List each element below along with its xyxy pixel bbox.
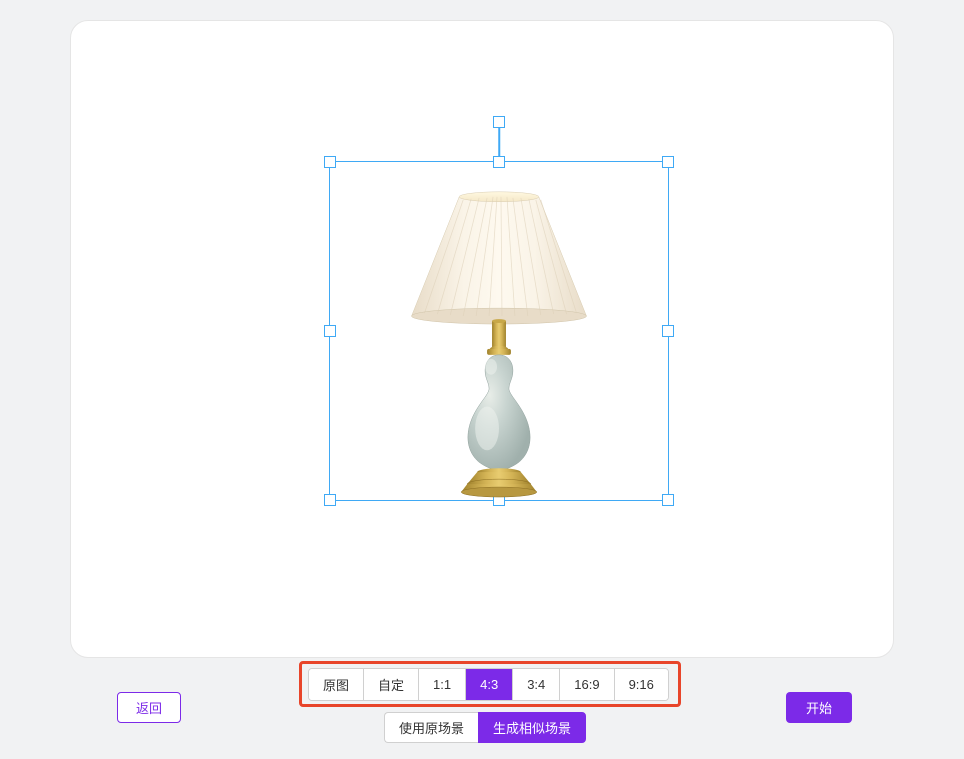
ratio-original-button[interactable]: 原图 xyxy=(309,669,364,700)
rotation-handle[interactable] xyxy=(493,116,505,128)
ratio-3-4-button[interactable]: 3:4 xyxy=(513,669,560,700)
generate-similar-scene-button[interactable]: 生成相似场景 xyxy=(478,712,586,743)
use-original-scene-button[interactable]: 使用原场景 xyxy=(384,712,478,743)
aspect-ratio-group: 原图 自定 1:1 4:3 3:4 16:9 9:16 xyxy=(308,668,669,701)
ratio-4-3-button[interactable]: 4:3 xyxy=(466,669,513,700)
start-button[interactable]: 开始 xyxy=(786,692,852,723)
ratio-custom-button[interactable]: 自定 xyxy=(364,669,419,700)
selection-bounding-box[interactable] xyxy=(329,161,669,501)
ratio-16-9-button[interactable]: 16:9 xyxy=(560,669,614,700)
lamp-image[interactable] xyxy=(330,162,668,500)
scene-mode-group: 使用原场景 生成相似场景 xyxy=(384,712,586,743)
canvas-area[interactable] xyxy=(70,20,894,658)
ratio-9-16-button[interactable]: 9:16 xyxy=(615,669,668,700)
ratio-1-1-button[interactable]: 1:1 xyxy=(419,669,466,700)
back-button[interactable]: 返回 xyxy=(117,692,181,723)
